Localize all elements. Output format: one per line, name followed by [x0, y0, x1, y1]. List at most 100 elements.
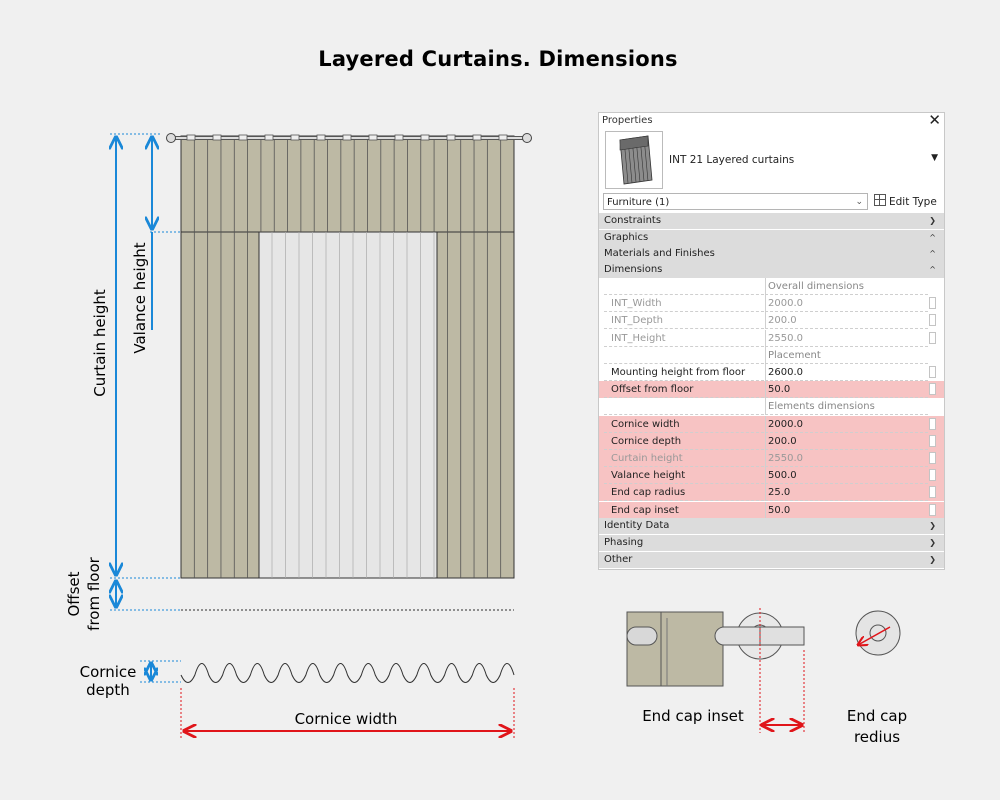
property-row[interactable]: INT_Width 2000.0 [599, 295, 944, 313]
cornice-width-label: Cornice width [295, 710, 398, 728]
curtain-ring [472, 134, 482, 141]
offset-label-line1: Offset [65, 571, 83, 616]
property-name: Offset from floor [604, 381, 764, 399]
caret-down-icon[interactable]: ▼ [931, 153, 938, 163]
valance-height-label: Valance height [131, 242, 149, 353]
end-cap-inset-label: End cap inset [642, 707, 744, 725]
properties-title: Properties [602, 115, 653, 126]
curtain-ring [264, 134, 274, 141]
property-value[interactable]: 50.0 [765, 381, 928, 399]
curtain-ring [342, 134, 352, 141]
associate-parameter-button[interactable] [929, 314, 936, 327]
property-name: Cornice depth [604, 433, 764, 450]
curtain-valance [180, 135, 515, 233]
property-name: Curtain height [604, 450, 764, 467]
property-value[interactable]: 2600.0 [765, 364, 928, 381]
property-row[interactable]: Mounting height from floor 2600.0 [599, 364, 944, 381]
cornice-depth-label-line1: Cornice [80, 663, 137, 681]
filter-row: Furniture (1) ⌄ Edit Type [603, 193, 943, 213]
curtain-ring [212, 134, 222, 141]
curtain-ring [316, 134, 326, 141]
property-name [604, 278, 764, 295]
end-cap-inset-detail: End cap inset [626, 608, 805, 733]
group-materials[interactable]: Materials and Finishes ^ [599, 246, 944, 262]
property-row[interactable]: INT_Depth 200.0 [599, 312, 944, 330]
detail-curtain-fold [660, 611, 724, 687]
associate-parameter-button[interactable] [929, 452, 936, 464]
curtain-ring [368, 134, 378, 141]
property-value[interactable]: 200.0 [765, 432, 928, 450]
rod-end-cap-left [166, 133, 176, 143]
associate-parameter-button[interactable] [929, 331, 936, 344]
cornice-depth-label-line2: depth [86, 681, 130, 699]
edit-type-button[interactable]: Edit Type [874, 194, 937, 208]
curtain-ring [420, 134, 430, 141]
type-selector[interactable]: INT 21 Layered curtains ▼ [605, 131, 940, 189]
group-constraints[interactable]: Constraints ❯ [599, 213, 944, 229]
property-row[interactable]: Curtain height 2550.0 [599, 450, 944, 467]
group-other[interactable]: Other ❯ [599, 552, 944, 568]
type-thumbnail-icon [605, 131, 663, 189]
property-name: INT_Depth [604, 312, 764, 330]
cornice-wave [180, 663, 515, 683]
property-row[interactable]: Cornice depth 200.0 [599, 432, 944, 450]
property-value[interactable]: 500.0 [765, 467, 928, 485]
property-value[interactable]: 2000.0 [765, 415, 928, 433]
property-name: Mounting height from floor [604, 364, 764, 381]
curtain-height-label: Curtain height [91, 289, 109, 397]
property-name: INT_Width [604, 295, 764, 313]
associate-parameter-button[interactable] [929, 383, 936, 396]
curtain-front-view [166, 133, 532, 579]
associate-parameter-button[interactable] [929, 503, 936, 516]
property-row[interactable]: INT_Height 2550.0 [599, 329, 944, 347]
property-name [604, 398, 764, 416]
edit-type-icon [874, 194, 886, 206]
associate-parameter-button[interactable] [929, 366, 936, 378]
associate-parameter-button[interactable] [929, 297, 936, 310]
detail-rod-left [626, 626, 658, 646]
property-row[interactable]: Offset from floor 50.0 [599, 381, 944, 399]
curtain-right-panel [436, 231, 515, 579]
end-cap-radius-detail: End cap redius [847, 610, 907, 746]
offset-label-line2: from floor [85, 556, 103, 630]
end-cap-radius-label-line2: redius [854, 728, 900, 746]
curtain-ring [290, 134, 300, 141]
group-identity-data[interactable]: Identity Data ❯ [599, 518, 944, 534]
associate-parameter-button[interactable] [929, 417, 936, 430]
instance-filter-dropdown[interactable]: Furniture (1) ⌄ [603, 193, 868, 210]
section-header: Overall dimensions [765, 278, 928, 295]
property-value[interactable]: 50.0 [765, 501, 928, 519]
collapse-icon: ^ [929, 265, 936, 274]
property-row[interactable]: End cap radius 25.0 [599, 484, 944, 502]
properties-panel: Properties ✕ INT 21 Layered curtains ▼ F… [598, 112, 945, 570]
close-icon[interactable]: ✕ [928, 113, 941, 129]
associate-parameter-button[interactable] [929, 434, 936, 447]
group-phasing[interactable]: Phasing ❯ [599, 535, 944, 551]
associate-parameter-button[interactable] [929, 486, 936, 499]
property-name: End cap inset [604, 502, 764, 519]
rod-end-cap-right [522, 133, 532, 143]
property-row[interactable]: Cornice width 2000.0 [599, 415, 944, 433]
property-row: Elements dimensions [599, 398, 944, 416]
collapse-icon: ^ [929, 249, 936, 258]
expand-icon: ❯ [929, 216, 936, 225]
property-value[interactable]: 25.0 [765, 484, 928, 502]
end-cap-radius-label-line1: End cap [847, 707, 907, 725]
property-name [604, 347, 764, 364]
associate-parameter-button[interactable] [929, 469, 936, 482]
property-value: 2000.0 [765, 295, 928, 313]
group-graphics[interactable]: Graphics ^ [599, 230, 944, 246]
collapse-icon: ^ [929, 233, 936, 242]
cornice-top-view: Cornice depth Cornice width [80, 660, 515, 738]
property-name: Cornice width [604, 416, 764, 433]
section-header: Elements dimensions [765, 398, 928, 416]
property-row[interactable]: Valance height 500.0 [599, 467, 944, 485]
curtain-ring [238, 134, 248, 141]
chevron-down-icon: ⌄ [855, 197, 863, 207]
property-row[interactable]: End cap inset 50.0 [599, 501, 944, 519]
property-name: INT_Height [604, 330, 764, 347]
curtain-ring [498, 134, 508, 141]
group-dimensions[interactable]: Dimensions ^ [599, 262, 944, 278]
height-dimensions: Curtain height Valance height Offset fro… [65, 133, 181, 631]
property-value: 2550.0 [765, 450, 928, 467]
